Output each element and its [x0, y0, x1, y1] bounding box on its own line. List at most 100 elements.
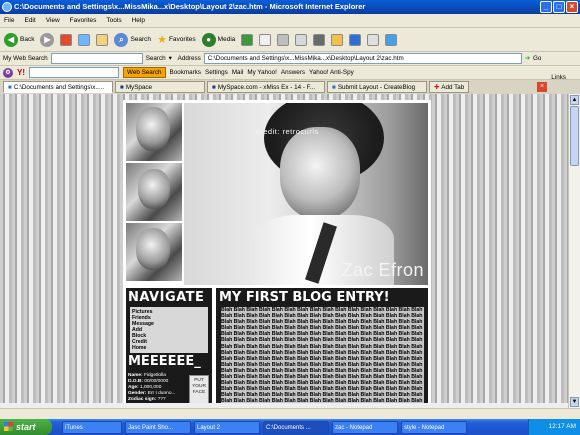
- taskbar-item-layout2[interactable]: Layout 2: [194, 420, 260, 434]
- menu-tools[interactable]: Tools: [106, 17, 121, 24]
- tab-strip: ■ C:\Documents and Settings\x..... ■ MyS…: [0, 80, 580, 94]
- bookmarks-menu[interactable]: Bookmarks: [170, 69, 202, 76]
- photo-placeholder: PUT YOUR FACE: [189, 375, 209, 405]
- page-icon: ■: [8, 83, 12, 91]
- antispy-menu[interactable]: Yahoo! Anti-Spy: [309, 69, 354, 76]
- tab-myspace-profile[interactable]: ■ MySpace.com - xMiss Ex - 14 - F...: [207, 81, 325, 93]
- tab-myspace[interactable]: ■ MySpace: [115, 81, 205, 93]
- face-shape: [280, 127, 360, 219]
- refresh-icon[interactable]: [78, 33, 91, 46]
- yahoo-web-search-button[interactable]: Web Search: [123, 67, 166, 78]
- web-search-input[interactable]: [50, 53, 143, 64]
- search-icon: ⌕: [114, 32, 129, 47]
- messenger-icon[interactable]: [349, 33, 362, 46]
- navigate-box: NAVIGATE Pictures Friends Message Add Bl…: [126, 288, 212, 408]
- media-icon: ●: [201, 32, 216, 47]
- blog-title: MY FIRST BLOG ENTRY!: [219, 290, 390, 305]
- print-icon[interactable]: [277, 33, 290, 46]
- address-label: Address: [177, 55, 201, 62]
- standard-toolbar: ◀ Back ▶ ⌕ Search ★ Favorites ● Media: [0, 28, 580, 52]
- yahoo-logo[interactable]: Y!: [17, 68, 25, 77]
- profile-thumbnail-3: [126, 223, 182, 281]
- photo-credit: credit: retrocurls: [256, 127, 319, 136]
- taskbar-item-itunes[interactable]: iTunes: [62, 420, 122, 434]
- close-tab-icon[interactable]: ×: [537, 82, 547, 92]
- taskbar-item-zac-notepad[interactable]: zac - Notepad: [332, 420, 398, 434]
- web-search-button[interactable]: Search: [146, 55, 166, 62]
- menu-view[interactable]: View: [46, 17, 60, 24]
- favorites-button[interactable]: ★ Favorites: [157, 31, 196, 49]
- research-icon[interactable]: [367, 33, 380, 46]
- close-button[interactable]: ×: [566, 1, 578, 13]
- hero-name: Zac Efron: [341, 260, 424, 280]
- discuss-icon[interactable]: [313, 33, 326, 46]
- scroll-down-icon[interactable]: ▼: [570, 397, 579, 407]
- toolbar-extra-icon[interactable]: [385, 33, 398, 46]
- media-button[interactable]: ● Media: [201, 31, 235, 49]
- yahoo-search-input[interactable]: [29, 67, 119, 78]
- windows-logo-icon: [4, 422, 13, 431]
- vertical-scrollbar[interactable]: ▲ ▼: [568, 94, 580, 408]
- search-dropdown-icon[interactable]: ▾: [169, 55, 175, 62]
- internet-explorer-icon: [2, 2, 12, 12]
- plus-icon: ✚: [434, 83, 440, 91]
- address-row: My Web Search Search ▾ Address C:\Docume…: [0, 52, 580, 66]
- mail-menu[interactable]: Mail: [232, 69, 244, 76]
- search-button[interactable]: ⌕ Search: [114, 31, 151, 49]
- forward-button[interactable]: ▶: [40, 32, 55, 47]
- star-icon: ★: [157, 34, 167, 46]
- home-icon[interactable]: [96, 33, 109, 46]
- taskbar: start iTunes Jasc Paint Sho... Layout 2 …: [0, 419, 580, 435]
- status-bar: [0, 408, 580, 419]
- page-viewport: credit: retrocurls Zac Efron NAVIGATE Pi…: [0, 94, 568, 408]
- page-icon: ■: [332, 83, 336, 91]
- add-tab-button[interactable]: ✚ Add Tab: [429, 81, 469, 93]
- edit-icon[interactable]: [295, 33, 308, 46]
- go-arrow-icon[interactable]: ➔: [525, 55, 530, 62]
- yahoo-toolbar: ⚙ Y! Web Search Bookmarks Settings Mail …: [0, 66, 580, 81]
- menu-file[interactable]: File: [4, 17, 14, 24]
- taskbar-item-ie[interactable]: C:\Documents ...: [263, 420, 329, 434]
- mail-icon[interactable]: [259, 33, 272, 46]
- settings-gear-icon[interactable]: ⚙: [3, 67, 13, 78]
- start-button[interactable]: start: [0, 419, 52, 435]
- taskbar-item-style-notepad[interactable]: style - Notepad: [401, 420, 467, 434]
- myspace-icon: ■: [212, 83, 216, 91]
- navigate-title: NAVIGATE: [128, 290, 205, 305]
- stop-icon[interactable]: [60, 33, 73, 46]
- profile-thumbnail-2: [126, 163, 182, 221]
- blog-body: Blah Blah Blah Blah Blah Blah Blah Blah …: [221, 307, 424, 406]
- scroll-up-icon[interactable]: ▲: [570, 95, 579, 105]
- menu-edit[interactable]: Edit: [24, 17, 35, 24]
- menu-bar: File Edit View Favorites Tools Help: [0, 14, 580, 28]
- menu-help[interactable]: Help: [132, 17, 145, 24]
- clock[interactable]: 12:17 AM: [549, 423, 576, 430]
- menu-favorites[interactable]: Favorites: [70, 17, 97, 24]
- system-tray: 12:17 AM: [528, 419, 580, 435]
- minimize-button[interactable]: _: [540, 1, 552, 13]
- myspace-layout: credit: retrocurls Zac Efron NAVIGATE Pi…: [123, 100, 431, 408]
- hero-photo: credit: retrocurls Zac Efron: [184, 103, 428, 285]
- myspace-icon: ■: [120, 83, 124, 91]
- nav-links: Pictures Friends Message Add Block Credi…: [130, 307, 208, 353]
- back-arrow-icon: ◀: [4, 32, 18, 47]
- taskbar-item-paintshop[interactable]: Jasc Paint Sho...: [125, 420, 191, 434]
- window-titlebar[interactable]: C:\Documents and Settings\x...MissMika..…: [0, 0, 580, 14]
- history-icon[interactable]: [241, 33, 254, 46]
- blog-box: MY FIRST BLOG ENTRY! Blah Blah Blah Blah…: [216, 288, 428, 408]
- go-button[interactable]: Go: [533, 55, 541, 62]
- web-search-label: My Web Search: [3, 55, 48, 62]
- profile-thumbnail-1: [126, 103, 182, 161]
- tab-createblog[interactable]: ■ Submit Layout - CreateBlog: [327, 81, 427, 93]
- address-input[interactable]: C:\Documents and Settings\x...MissMika..…: [203, 53, 522, 64]
- settings-menu[interactable]: Settings: [205, 69, 228, 76]
- nav-link-home[interactable]: Home: [132, 345, 208, 351]
- folder-icon[interactable]: [331, 33, 344, 46]
- answers-menu[interactable]: Answers: [281, 69, 305, 76]
- my-yahoo-menu[interactable]: My Yahoo!: [247, 69, 277, 76]
- back-button[interactable]: ◀ Back: [4, 31, 34, 49]
- tab-local-file[interactable]: ■ C:\Documents and Settings\x.....: [3, 81, 113, 93]
- window-title: C:\Documents and Settings\x...MissMika..…: [14, 2, 366, 11]
- scrollbar-thumb[interactable]: [570, 106, 579, 166]
- maximize-button[interactable]: □: [553, 1, 565, 13]
